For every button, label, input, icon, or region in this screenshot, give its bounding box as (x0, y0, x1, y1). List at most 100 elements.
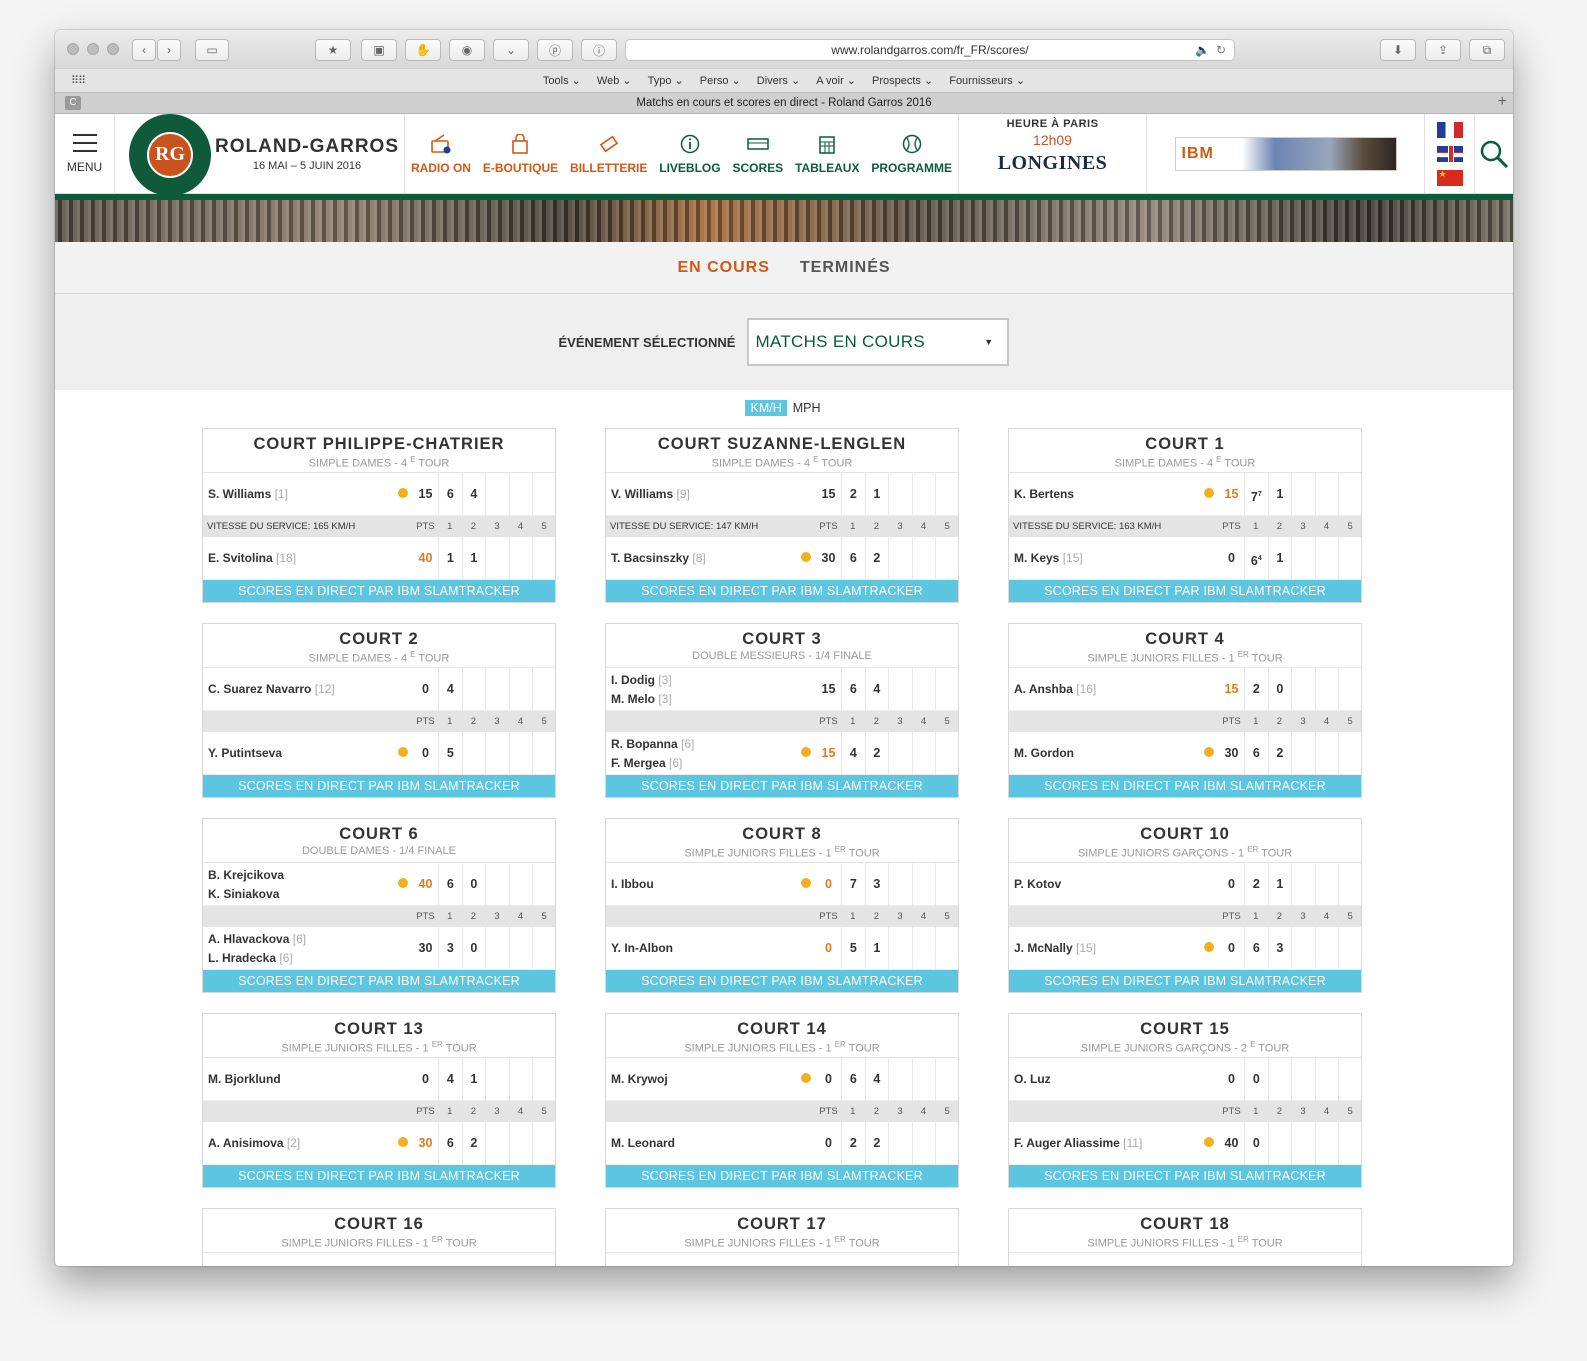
nav-eboutique[interactable]: E-BOUTIQUE (483, 133, 558, 175)
forward-button[interactable]: › (157, 39, 181, 61)
event-dropdown[interactable]: MATCHS EN COURS ▼ (747, 318, 1010, 366)
slamtracker-button[interactable]: SCORES EN DIRECT PAR IBM SLAMTRACKER (1009, 775, 1361, 797)
court-card: COURT 15 SIMPLE JUNIORS GARÇONS - 2 E TOU… (1008, 1013, 1362, 1188)
slamtracker-button[interactable]: SCORES EN DIRECT PAR IBM SLAMTRACKER (203, 1165, 555, 1187)
game-points: 15 (418, 487, 433, 501)
address-bar[interactable]: www.rolandgarros.com/fr_FR/scores/ 🔈 ↻ (625, 39, 1235, 61)
set-scores: 64 1 (1244, 536, 1362, 580)
french-flag-icon[interactable] (1436, 121, 1463, 138)
player-name: A. Anisimova [2] (208, 1136, 301, 1150)
nav-programme[interactable]: PROGRAMME (871, 133, 952, 175)
court-header: COURT 18 SIMPLE JUNIORS FILLES - 1 ER TOU… (1009, 1209, 1361, 1253)
court-round-word: TOUR (1251, 1237, 1283, 1250)
score-header-row: PTS 1 2 3 4 5 (203, 711, 555, 732)
set-number: 4 (920, 911, 927, 922)
player-seed: [6] (279, 951, 293, 965)
apps-grid-icon[interactable]: ⠿⠿ (71, 74, 86, 87)
share-icon[interactable]: ⇪ (1425, 39, 1461, 61)
download-icon[interactable]: ⬇ (1380, 39, 1416, 61)
set-score-empty (508, 667, 533, 711)
slamtracker-button[interactable]: SCORES EN DIRECT PAR IBM SLAMTRACKER (606, 580, 958, 602)
menu-button[interactable]: MENU (55, 114, 115, 193)
pinterest-icon[interactable]: ⓟ (537, 39, 573, 61)
player-row: M. Bjorklund 0 4 1 (203, 1057, 555, 1101)
close-window-button[interactable] (67, 43, 79, 55)
set-score-empty (1314, 731, 1339, 775)
tabs-icon[interactable]: ⧉ (1469, 39, 1505, 61)
set-number: 4 (517, 521, 524, 532)
slamtracker-button[interactable]: SCORES EN DIRECT PAR IBM SLAMTRACKER (203, 775, 555, 797)
set-score-empty (485, 926, 509, 970)
nav-liveblog[interactable]: LIVEBLOG (659, 133, 721, 175)
set-number: 3 (1300, 1106, 1306, 1117)
slamtracker-button[interactable]: SCORES EN DIRECT PAR IBM SLAMTRACKER (1009, 970, 1361, 992)
nav-radio[interactable]: RADIO ON (411, 133, 471, 175)
event-label: ÉVÉNEMENT SÉLECTIONNÉ (558, 334, 736, 350)
set-score-empty (485, 731, 509, 775)
game-points: 0 (422, 682, 429, 696)
language-selector (1425, 114, 1475, 193)
china-flag-icon[interactable] (1436, 169, 1463, 186)
court-subtitle: DOUBLE DAMES - 1/4 FINALE (301, 845, 457, 857)
set-scores: 42 (841, 731, 959, 775)
player-row: A. Hlavackova [6] L. Hradecka [6] 30 3 0 (203, 926, 555, 970)
new-tab-button[interactable]: + (1498, 93, 1507, 111)
court-scores-grid: COURT PHILIPPE-CHATRIER SIMPLE DAMES - 4 … (202, 428, 1362, 1266)
game-points: 15 (1224, 487, 1239, 501)
set-score: 6 (438, 472, 462, 516)
set-score: 2 (864, 1121, 889, 1165)
player-names: M. Bjorklund (208, 1070, 281, 1089)
speaker-icon[interactable]: 🔈 (1195, 43, 1210, 57)
back-button[interactable]: ‹ (132, 39, 156, 61)
slamtracker-button[interactable]: SCORES EN DIRECT PAR IBM SLAMTRACKER (1009, 1165, 1361, 1187)
score-header-row: PTS 1 2 3 4 5 (203, 1101, 555, 1122)
minimize-window-button[interactable] (87, 43, 99, 55)
ibm-ad-banner[interactable]: IBM (1147, 114, 1425, 193)
zoom-window-button[interactable] (107, 43, 119, 55)
hand-icon[interactable]: ✋ (405, 39, 441, 61)
extension-icon[interactable]: ◉ (449, 39, 485, 61)
bookmark-folder[interactable]: Prospects ⌄ (872, 74, 933, 87)
longines-logo[interactable]: LONGINES (959, 152, 1146, 175)
slamtracker-button[interactable]: SCORES EN DIRECT PAR IBM SLAMTRACKER (203, 970, 555, 992)
bookmark-folder[interactable]: Tools ⌄ (543, 74, 581, 87)
nav-billetterie[interactable]: BILLETTERIE (570, 133, 647, 175)
set-score: 1 (864, 472, 889, 516)
bookmark-folder[interactable]: A voir ⌄ (816, 74, 856, 87)
site-logo[interactable]: RG ROLAND-GARROS 16 MAI – 5 JUIN 2016 (115, 113, 405, 196)
info-icon[interactable]: ⓘ (581, 39, 617, 61)
bookmark-folder[interactable]: Divers ⌄ (757, 74, 800, 87)
bookmark-folder[interactable]: Perso ⌄ (700, 74, 741, 87)
set-number: 5 (944, 521, 950, 532)
slamtracker-button[interactable]: SCORES EN DIRECT PAR IBM SLAMTRACKER (606, 970, 958, 992)
bookmark-folder[interactable]: Web ⌄ (597, 74, 632, 87)
game-points: 15 (821, 487, 836, 501)
player-name: T. Bacsinszky [8] (611, 551, 706, 565)
bookmark-icon[interactable]: ★ (315, 39, 351, 61)
serve-speed: VITESSE DU SERVICE: 163 KM/H (1013, 521, 1162, 532)
nav-tableaux[interactable]: TABLEAUX (795, 133, 859, 175)
mph-toggle[interactable]: MPH (791, 400, 823, 416)
nav-scores[interactable]: SCORES (732, 133, 783, 175)
tab-termines[interactable]: TERMINÉS (800, 259, 891, 277)
extension-icon[interactable]: ▣ (361, 39, 397, 61)
bookmark-folder[interactable]: Fournisseurs ⌄ (949, 74, 1025, 87)
set-score-empty (935, 1057, 959, 1101)
set-number: 2 (470, 1106, 477, 1117)
slamtracker-button[interactable]: SCORES EN DIRECT PAR IBM SLAMTRACKER (606, 775, 958, 797)
browser-tab[interactable]: C Matchs en cours et scores en direct - … (55, 92, 1513, 114)
uk-flag-icon[interactable] (1436, 145, 1463, 162)
slamtracker-button[interactable]: SCORES EN DIRECT PAR IBM SLAMTRACKER (606, 1165, 958, 1187)
search-button[interactable] (1475, 114, 1513, 193)
court-card: COURT 3 DOUBLE MESSIEURS - 1/4 FINALE I. D… (605, 623, 959, 798)
pocket-icon[interactable]: ⌄ (493, 39, 529, 61)
set-score-empty (935, 731, 959, 775)
kmh-toggle[interactable]: KM/H (745, 400, 787, 416)
reload-icon[interactable]: ↻ (1216, 43, 1226, 57)
bookmark-folder[interactable]: Typo ⌄ (648, 74, 684, 87)
player-name: K. Bertens (1014, 487, 1075, 501)
sidebar-icon[interactable]: ▭ (195, 39, 229, 61)
slamtracker-button[interactable]: SCORES EN DIRECT PAR IBM SLAMTRACKER (203, 580, 555, 602)
slamtracker-button[interactable]: SCORES EN DIRECT PAR IBM SLAMTRACKER (1009, 580, 1361, 602)
tab-en-cours[interactable]: EN COURS (677, 259, 769, 277)
